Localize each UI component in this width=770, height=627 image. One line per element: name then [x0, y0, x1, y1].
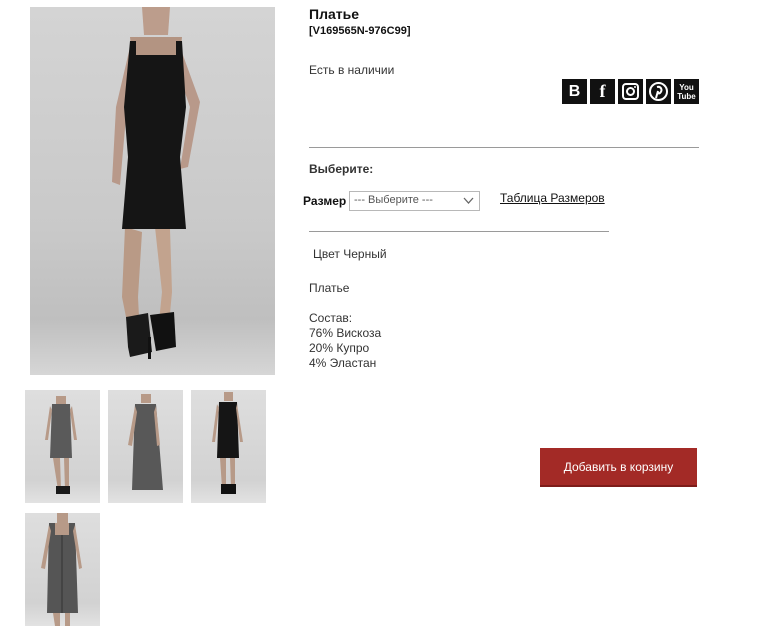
chevron-down-icon — [463, 195, 474, 209]
add-to-cart-button[interactable]: Добавить в корзину — [540, 448, 697, 487]
size-table-link[interactable]: Таблица Размеров — [500, 191, 605, 205]
divider-middle — [309, 231, 609, 232]
composition-item: 76% Вискоза — [309, 326, 382, 340]
size-select[interactable]: --- Выберите --- — [349, 191, 480, 211]
composition-item: 4% Эластан — [309, 356, 377, 370]
size-select-value: --- Выберите --- — [354, 194, 433, 206]
stock-status: Есть в наличии — [309, 63, 395, 77]
vk-icon[interactable]: B — [562, 79, 587, 104]
instagram-icon[interactable] — [618, 79, 643, 104]
divider-top — [309, 147, 699, 148]
vk-glyph: B — [568, 82, 581, 100]
thumbnail-front-grey[interactable] — [25, 390, 100, 503]
thumbnail-side-grey[interactable] — [108, 390, 183, 503]
composition-item: 20% Купро — [309, 341, 370, 355]
composition-title: Состав: — [309, 311, 353, 325]
product-description: Платье — [309, 281, 350, 295]
size-label: Размер — [303, 194, 347, 208]
pinterest-icon[interactable] — [646, 79, 671, 104]
color-text: Цвет Черный — [313, 247, 387, 261]
youtube-icon[interactable]: You Tube — [674, 79, 699, 104]
main-product-photo[interactable] — [30, 7, 275, 375]
choose-label: Выберите: — [309, 162, 374, 176]
product-sku: [V169565N-976C99] — [309, 25, 411, 37]
composition-block: Состав: 76% Вискоза 20% Купро 4% Эластан — [309, 311, 381, 371]
facebook-glyph: f — [599, 81, 606, 101]
thumbnail-back-grey[interactable] — [25, 513, 100, 626]
facebook-icon[interactable]: f — [590, 79, 615, 104]
youtube-glyph: You Tube — [677, 82, 696, 101]
thumbnail-front-black[interactable] — [191, 390, 266, 503]
product-title: Платье — [309, 6, 359, 22]
